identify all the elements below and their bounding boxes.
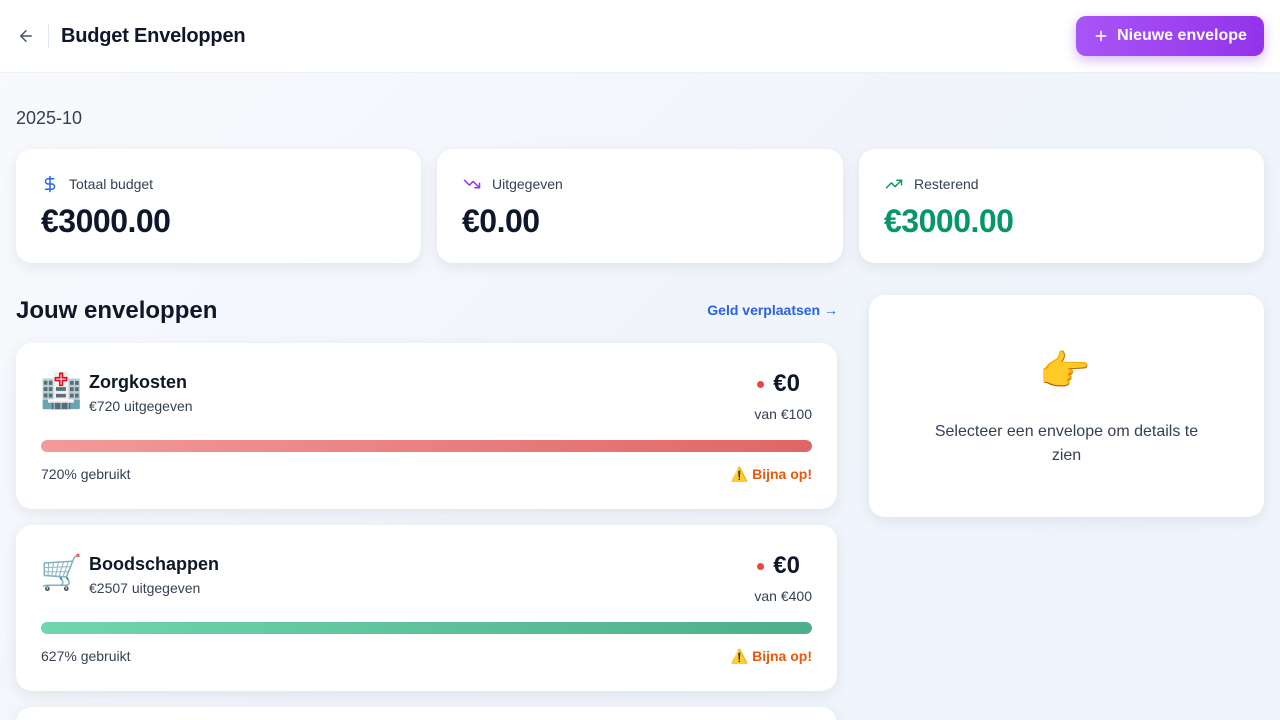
status-dot <box>757 380 765 388</box>
progress-fill <box>41 622 812 634</box>
envelope-card[interactable]: 🏥 Zorgkosten €720 uitgegeven €0 van €100… <box>16 343 837 509</box>
envelope-warning: ⚠️ Bijna op! <box>730 648 812 664</box>
envelope-remaining: €0 <box>773 370 800 397</box>
spent-value: €0.00 <box>462 203 540 239</box>
new-envelope-label: Nieuwe envelope <box>1117 27 1247 44</box>
envelope-budget: van €100 <box>754 406 812 422</box>
shopping-cart-icon: 🛒 <box>40 554 83 592</box>
envelope-detail-panel: 👈 Selecteer een envelope om details te z… <box>869 295 1264 517</box>
envelope-remaining: €0 <box>773 552 800 579</box>
top-header: Budget Enveloppen Nieuwe envelope <box>0 0 1280 73</box>
spent-label: Uitgegeven <box>492 176 563 192</box>
envelopes-section-title: Jouw enveloppen <box>16 297 218 324</box>
envelope-used: 627% gebruikt <box>41 648 131 664</box>
envelope-card-partial[interactable] <box>16 707 837 720</box>
period-label: 2025-10 <box>16 108 83 128</box>
plus-icon <box>1093 28 1109 44</box>
envelope-used: 720% gebruikt <box>41 466 131 482</box>
progress-bar <box>41 622 812 634</box>
envelope-name: Boodschappen <box>89 554 220 574</box>
remaining-value: €3000.00 <box>884 203 1014 239</box>
total-budget-label: Totaal budget <box>69 176 154 192</box>
envelope-name: Zorgkosten <box>89 372 188 392</box>
trending-up-icon <box>884 175 904 193</box>
remaining-card: Resterend €3000.00 <box>859 149 1264 263</box>
move-money-link[interactable]: Geld verplaatsen → <box>707 302 838 318</box>
envelope-warning: ⚠️ Bijna op! <box>730 466 812 482</box>
progress-bar <box>41 440 812 452</box>
page-title: Budget Enveloppen <box>61 24 246 47</box>
status-dot <box>757 562 765 570</box>
envelope-card[interactable]: 🛒 Boodschappen €2507 uitgegeven €0 van €… <box>16 525 837 691</box>
envelope-amount: €0 <box>757 552 800 580</box>
trending-down-icon <box>462 175 482 193</box>
envelope-spent: €720 uitgegeven <box>89 398 193 414</box>
envelope-budget: van €400 <box>754 588 812 604</box>
back-arrow-icon[interactable] <box>16 26 36 46</box>
total-budget-card: Totaal budget €3000.00 <box>16 149 421 263</box>
spent-card: Uitgegeven €0.00 <box>437 149 843 263</box>
detail-placeholder-text: Selecteer een envelope om details te zie… <box>934 423 1199 464</box>
new-envelope-button[interactable]: Nieuwe envelope <box>1076 16 1264 56</box>
remaining-label: Resterend <box>914 176 979 192</box>
progress-fill <box>41 440 812 452</box>
total-budget-value: €3000.00 <box>41 203 171 239</box>
envelope-amount: €0 <box>757 370 800 398</box>
pointing-hand-icon: 👈 <box>1040 347 1093 394</box>
hospital-icon: 🏥 <box>40 372 83 410</box>
envelope-spent: €2507 uitgegeven <box>89 580 201 596</box>
header-divider <box>48 24 49 48</box>
dollar-icon <box>41 175 59 193</box>
